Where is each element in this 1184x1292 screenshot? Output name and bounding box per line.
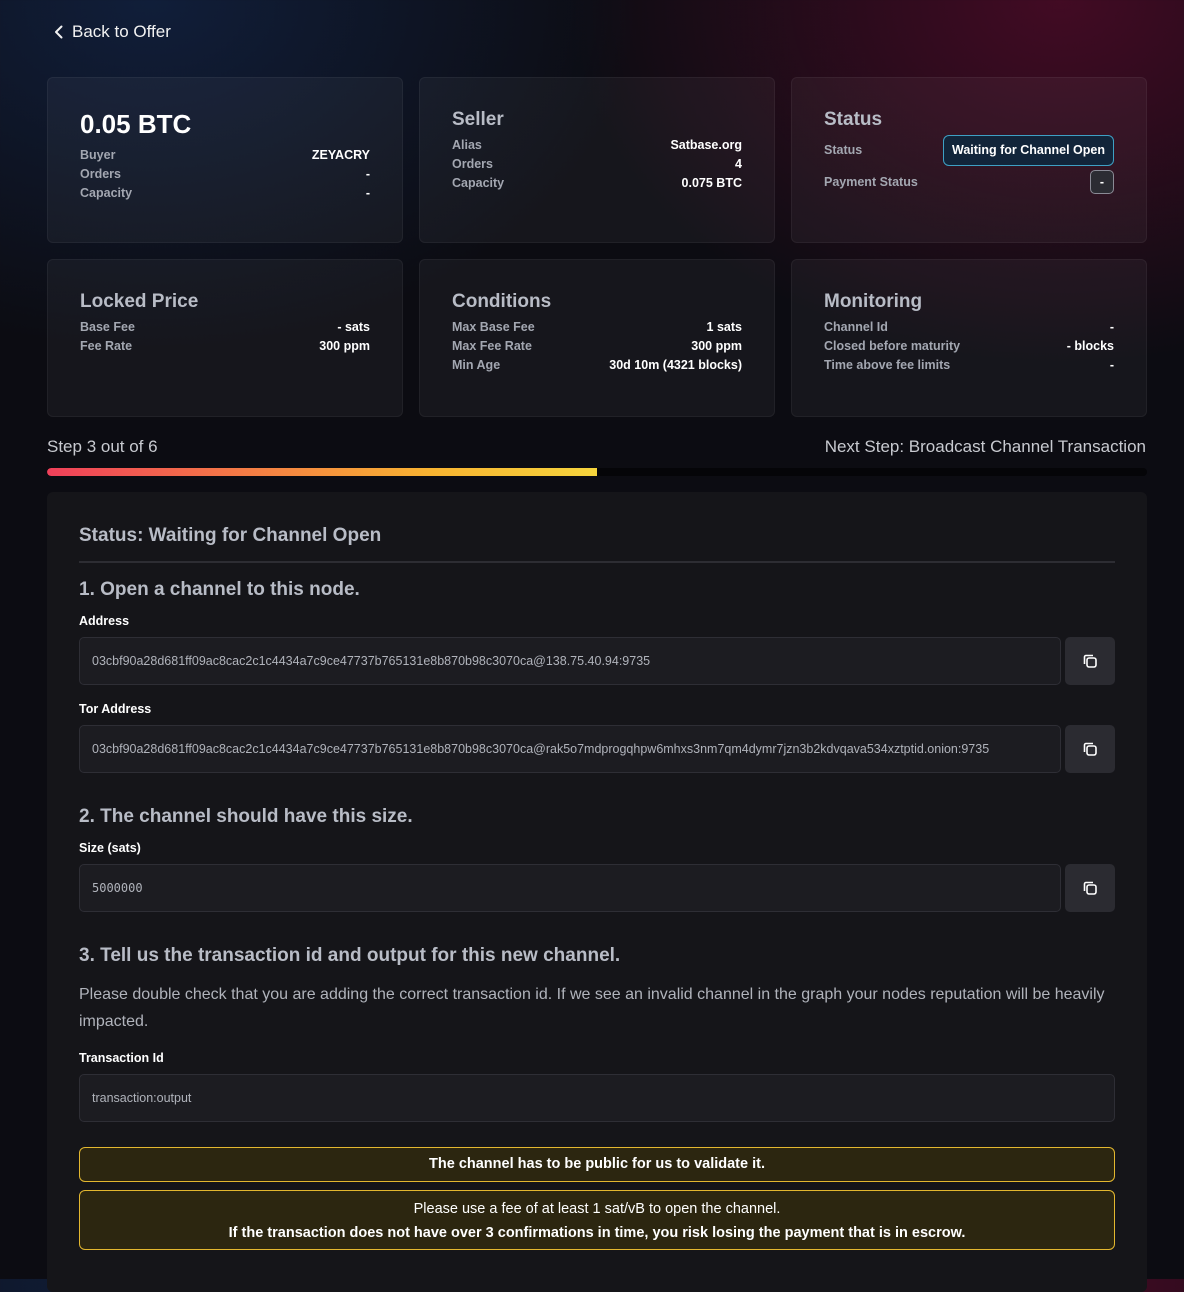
panel-divider: [79, 561, 1115, 563]
size-field[interactable]: 5000000: [79, 864, 1061, 912]
payment-status-label: Payment Status: [824, 174, 918, 189]
time-above-fee-limits-value: -: [1109, 358, 1114, 372]
fee-rate-value: 300 ppm: [319, 339, 370, 353]
buyer-orders-value: -: [365, 167, 370, 181]
back-to-offer-link[interactable]: Back to Offer: [52, 22, 171, 42]
channel-id-row: Channel Id -: [824, 318, 1114, 337]
locked-price-card: Locked Price Base Fee - sats Fee Rate 30…: [47, 259, 403, 417]
time-above-fee-limits-label: Time above fee limits: [824, 358, 951, 372]
offer-amount-card: 0.05 BTC Buyer ZEYACRY Orders - Capacity…: [47, 77, 403, 243]
base-fee-row: Base Fee - sats: [80, 318, 370, 337]
min-age-label: Min Age: [452, 358, 501, 372]
seller-orders-label: Orders: [452, 157, 493, 171]
confirmation-warning-line: If the transaction does not have over 3 …: [228, 1225, 966, 1241]
max-base-fee-row: Max Base Fee 1 sats: [452, 318, 742, 337]
copy-icon: [1083, 742, 1097, 756]
buyer-capacity-value: -: [365, 186, 370, 200]
channel-open-panel: Status: Waiting for Channel Open 1. Open…: [47, 492, 1147, 1292]
buyer-row: Buyer ZEYACRY: [80, 146, 370, 165]
step3-heading: 3. Tell us the transaction id and output…: [79, 945, 621, 966]
tor-address-label: Tor Address: [79, 702, 152, 716]
closed-before-maturity-row: Closed before maturity - blocks: [824, 337, 1114, 356]
address-field[interactable]: 03cbf90a28d681ff09ac8cac2c1c4434a7c9ce47…: [79, 637, 1061, 685]
offer-amount: 0.05 BTC: [80, 109, 192, 139]
payment-status-row: Payment Status -: [824, 170, 1114, 194]
seller-capacity-value: 0.075 BTC: [681, 176, 742, 190]
panel-title: Status: Waiting for Channel Open: [79, 525, 382, 546]
status-title: Status: [824, 109, 883, 130]
txid-input[interactable]: [79, 1074, 1115, 1122]
fee-rate-row: Fee Rate 300 ppm: [80, 337, 370, 356]
txid-label: Transaction Id: [79, 1051, 164, 1065]
next-step-text: Next Step: Broadcast Channel Transaction: [824, 437, 1146, 456]
status-badge: Waiting for Channel Open: [942, 135, 1114, 166]
copy-icon: [1083, 654, 1097, 668]
txid-instructions: Please double check that you are adding …: [79, 986, 1105, 1030]
seller-alias-row: Alias Satbase.org: [452, 136, 742, 155]
status-row: Status Waiting for Channel Open: [824, 135, 1114, 166]
size-label: Size (sats): [79, 841, 141, 855]
progress-bar-fill: [47, 468, 597, 476]
status-label: Status: [824, 143, 863, 157]
public-channel-warning-text: The channel has to be public for us to v…: [429, 1156, 765, 1172]
fee-warning: Please use a fee of at least 1 sat/vB to…: [79, 1190, 1115, 1250]
min-age-row: Min Age 30d 10m (4321 blocks): [452, 356, 742, 375]
copy-size-button[interactable]: [1065, 864, 1115, 912]
step2-heading: 2. The channel should have this size.: [79, 806, 413, 827]
progress-bar: [47, 468, 1147, 476]
seller-orders-row: Orders 4: [452, 155, 742, 174]
public-channel-warning: The channel has to be public for us to v…: [79, 1147, 1115, 1182]
channel-id-value: -: [1109, 320, 1114, 334]
seller-card: Seller Alias Satbase.org Orders 4 Capaci…: [419, 77, 775, 243]
max-fee-rate-label: Max Fee Rate: [452, 339, 532, 353]
monitoring-title: Monitoring: [824, 291, 923, 312]
max-fee-rate-value: 300 ppm: [691, 339, 742, 353]
seller-alias-label: Alias: [452, 138, 482, 152]
monitoring-card: Monitoring Channel Id - Closed before ma…: [791, 259, 1147, 417]
chevron-left-icon: [55, 25, 63, 39]
step1-heading: 1. Open a channel to this node.: [79, 579, 360, 600]
base-fee-value: - sats: [337, 320, 370, 334]
copy-tor-address-button[interactable]: [1065, 725, 1115, 773]
closed-before-maturity-value: - blocks: [1066, 339, 1114, 353]
buyer-capacity-label: Capacity: [80, 186, 133, 200]
max-base-fee-label: Max Base Fee: [452, 320, 535, 334]
status-card: Status Status Waiting for Channel Open P…: [791, 77, 1147, 243]
copy-icon: [1083, 881, 1097, 895]
step-counter: Step 3 out of 6: [47, 437, 158, 456]
min-age-value: 30d 10m (4321 blocks): [609, 358, 742, 372]
buyer-capacity-row: Capacity -: [80, 184, 370, 203]
buyer-value: ZEYACRY: [311, 148, 370, 162]
seller-capacity-row: Capacity 0.075 BTC: [452, 174, 742, 193]
seller-title: Seller: [452, 109, 504, 130]
base-fee-label: Base Fee: [80, 320, 135, 334]
fee-warning-line: Please use a fee of at least 1 sat/vB to…: [413, 1201, 781, 1217]
payment-status-badge: -: [1090, 170, 1114, 194]
copy-address-button[interactable]: [1065, 637, 1115, 685]
channel-id-label: Channel Id: [824, 320, 888, 334]
buyer-orders-row: Orders -: [80, 165, 370, 184]
fee-rate-label: Fee Rate: [80, 339, 133, 353]
seller-capacity-label: Capacity: [452, 176, 505, 190]
back-label: Back to Offer: [72, 22, 171, 41]
time-above-fee-limits-row: Time above fee limits -: [824, 356, 1114, 375]
max-base-fee-value: 1 sats: [706, 320, 742, 334]
buyer-orders-label: Orders: [80, 167, 121, 181]
seller-alias-value: Satbase.org: [670, 138, 742, 152]
locked-price-title: Locked Price: [80, 291, 199, 312]
buyer-label: Buyer: [80, 148, 116, 162]
conditions-card: Conditions Max Base Fee 1 sats Max Fee R…: [419, 259, 775, 417]
seller-orders-value: 4: [735, 157, 742, 171]
closed-before-maturity-label: Closed before maturity: [824, 339, 961, 353]
conditions-title: Conditions: [452, 291, 552, 312]
max-fee-rate-row: Max Fee Rate 300 ppm: [452, 337, 742, 356]
tor-address-field[interactable]: 03cbf90a28d681ff09ac8cac2c1c4434a7c9ce47…: [79, 725, 1061, 773]
address-label: Address: [79, 614, 130, 628]
